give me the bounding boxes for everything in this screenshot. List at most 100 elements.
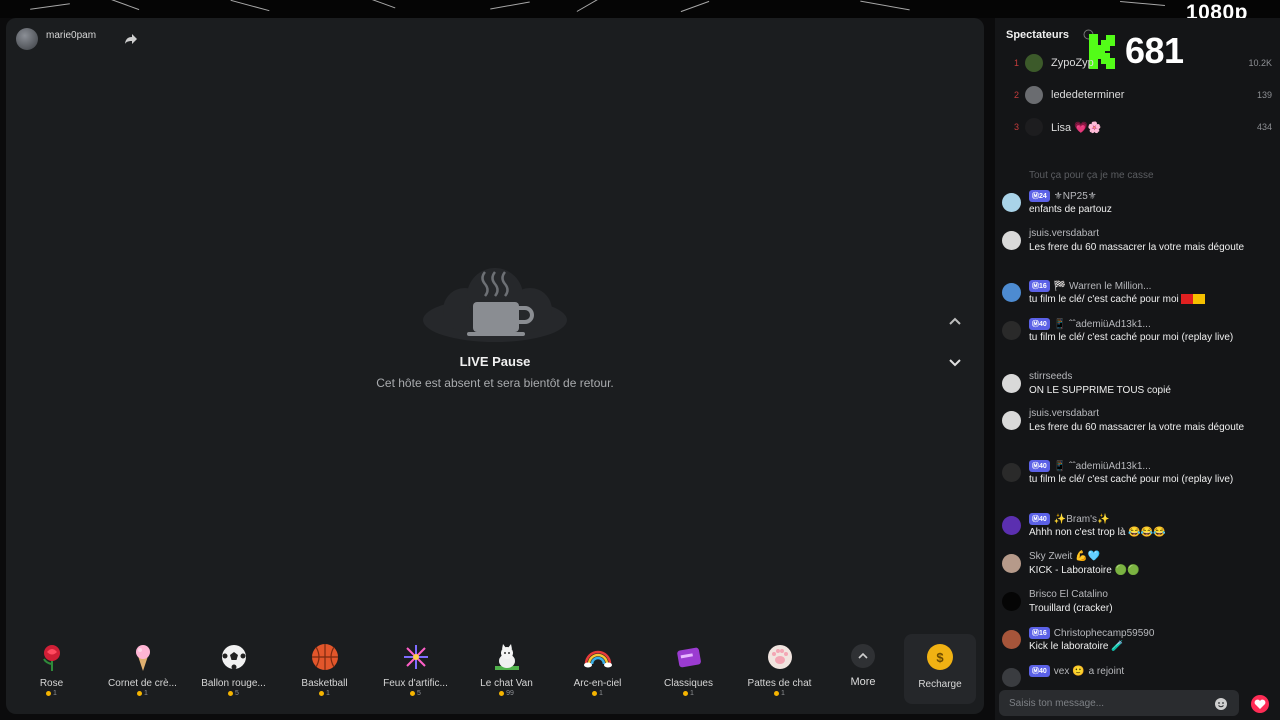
chat-text: tu film le clé/ c'est caché pour moi (re…: [1029, 474, 1234, 485]
viewer-rank: 1: [1013, 58, 1019, 68]
chat-avatar: [1002, 374, 1021, 393]
chat-input[interactable]: [999, 690, 1239, 716]
chat-avatar: [1002, 554, 1021, 573]
coin-icon: $: [927, 644, 953, 670]
chevron-up-icon: [858, 652, 868, 659]
chat-username: jsuis.versdabart: [1029, 228, 1100, 239]
chat-text: tu film le clé/ c'est caché pour moi (re…: [1029, 332, 1234, 343]
gift-label: Feux d'artific...: [383, 678, 448, 689]
gift-red-ball[interactable]: Ballon rouge... 5: [188, 642, 279, 697]
gift-price: 1: [137, 690, 148, 697]
chat-text: Ahhh non c'est trop là 😂😂😂: [1029, 527, 1166, 538]
next-stream-button[interactable]: [944, 352, 966, 374]
coin-icon: [319, 691, 325, 696]
level-badge: Ⓜ40: [1029, 513, 1050, 525]
chat-text: tu film le clé/ c'est caché pour moi: [1029, 293, 1269, 307]
viewer-avatar: [1025, 54, 1043, 72]
card-icon: [676, 647, 701, 668]
viewer-score: 139: [1256, 90, 1272, 100]
gift-fireworks[interactable]: Feux d'artific... 5: [370, 642, 461, 697]
gift-label: Le chat Van: [480, 678, 533, 689]
chat-avatar: [1002, 231, 1021, 250]
soccer-ball-icon: [221, 645, 246, 670]
gift-rose[interactable]: Rose 1: [6, 642, 97, 697]
level-badge: Ⓜ40: [1029, 460, 1050, 472]
viewer-avatar: [1025, 86, 1043, 104]
gift-cat-paws[interactable]: Pattes de chat 1: [734, 642, 825, 697]
gift-label: Basketball: [301, 678, 348, 689]
chat-username: ✨Bram's✨: [1053, 513, 1110, 525]
chat-text: KICK - Laboratoire 🟢🟢: [1029, 565, 1140, 576]
heart-icon[interactable]: [1251, 695, 1269, 713]
spectators-title: Spectateurs: [1006, 29, 1069, 41]
gift-price: 1: [683, 690, 694, 697]
share-icon[interactable]: [124, 32, 138, 46]
chat-username: Christophecamp59590: [1053, 627, 1155, 639]
host-avatar[interactable]: [16, 28, 38, 50]
gift-price: 1: [319, 690, 330, 697]
cat-icon: [494, 644, 519, 670]
level-badge: Ⓜ24: [1029, 190, 1050, 202]
rainbow-icon: [583, 650, 612, 668]
recharge-button[interactable]: $ Recharge: [904, 634, 976, 704]
coin-icon: [683, 691, 689, 696]
chat-avatar: [1002, 592, 1021, 611]
gift-label: Pattes de chat: [747, 678, 812, 689]
previous-stream-button[interactable]: [944, 310, 966, 332]
gift-classics[interactable]: Classiques 1: [643, 642, 734, 697]
chat-username: stirrseeds: [1029, 371, 1073, 382]
pause-message: LIVE Pause Cet hôte est absent et sera b…: [6, 258, 984, 390]
level-badge: Ⓜ16: [1029, 280, 1050, 292]
fireworks-icon: [403, 645, 428, 669]
gift-rainbow[interactable]: Arc-en-ciel 1: [552, 642, 643, 697]
live-player[interactable]: marie0pam LIVE Pause Cet hôte est absent…: [6, 18, 984, 714]
viewer-row[interactable]: 3 Lisa 💗🌸 434: [995, 115, 1280, 139]
viewer-row[interactable]: 2 lededeterminer 139: [995, 83, 1280, 107]
host-bar[interactable]: marie0pam: [16, 28, 96, 50]
chat-avatar: [1002, 193, 1021, 212]
level-badge: Ⓜ16: [1029, 627, 1050, 639]
gift-label: Ballon rouge...: [201, 678, 266, 689]
rose-icon: [42, 645, 60, 671]
gift-price: 1: [592, 690, 603, 697]
chat-avatar: [1002, 411, 1021, 430]
host-name[interactable]: marie0pam: [46, 30, 96, 41]
chat-username: Sky Zweit 💪🩵: [1029, 551, 1101, 562]
faded-chat-line: Tout ça pour ça je me casse: [1029, 170, 1154, 181]
gift-label: Cornet de crè...: [108, 678, 177, 689]
chat-avatar: [1002, 463, 1021, 482]
level-badge: Ⓜ40: [1029, 318, 1050, 330]
chat-text: Les frere du 60 massacrer la votre mais …: [1029, 422, 1245, 433]
chat-username: 🏁 Warren le Million...: [1053, 280, 1152, 292]
more-label: More: [850, 676, 876, 688]
coin-icon: [592, 691, 598, 696]
viewer-rank: 2: [1013, 90, 1019, 100]
chat-text: a rejoint: [1088, 665, 1125, 677]
gift-basketball[interactable]: Basketball 1: [279, 642, 370, 697]
top-strip: 1080p: [0, 0, 1280, 18]
paw-icon: [767, 645, 792, 669]
basketball-icon: [311, 644, 338, 670]
ice-cream-icon: [135, 645, 150, 671]
chat-username: vex 🙂: [1053, 665, 1085, 677]
viewer-name: ZypoZyp: [1051, 57, 1094, 69]
quality-badge: 1080p: [1185, 1, 1248, 18]
gift-price: 1: [774, 690, 785, 697]
gift-cat[interactable]: Le chat Van 99: [461, 642, 552, 697]
more-gifts-button[interactable]: More: [842, 644, 884, 688]
chat-text: ON LE SUPPRIME TOUS copié: [1029, 385, 1171, 396]
emoji-icon[interactable]: [1214, 697, 1228, 711]
gift-label: Arc-en-ciel: [573, 678, 622, 689]
gift-label: Classiques: [664, 678, 713, 689]
viewer-row[interactable]: 1 ZypoZyp 10.2K: [995, 51, 1280, 75]
chevron-down-icon: [949, 359, 961, 367]
chat-username: 📱 ˆˆademiüAd13k1...: [1053, 318, 1151, 330]
coin-icon: [228, 691, 234, 696]
chat-avatar: [1002, 630, 1021, 649]
coin-icon: [410, 691, 416, 696]
chat-avatar: [1002, 516, 1021, 535]
gift-price: 1: [46, 690, 57, 697]
gift-ice-cream-cone[interactable]: Cornet de crè... 1: [97, 642, 188, 697]
viewer-score: 434: [1256, 122, 1272, 132]
more-circle[interactable]: [851, 644, 875, 668]
